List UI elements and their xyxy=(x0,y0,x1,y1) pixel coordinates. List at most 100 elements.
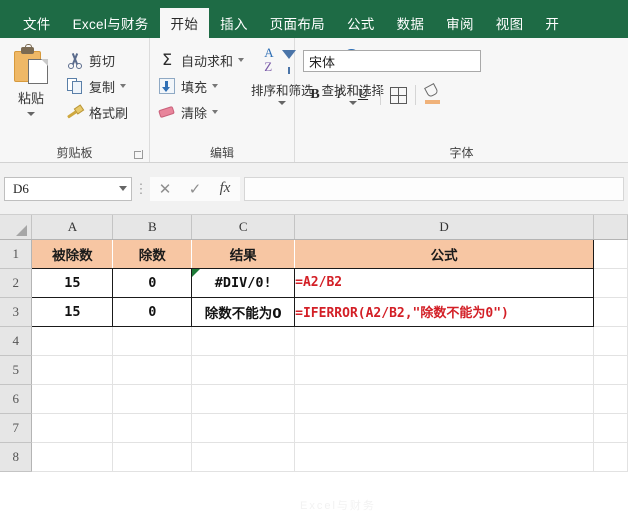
cell-d2[interactable]: =A2/B2 xyxy=(295,268,594,297)
autosum-chevron-down-icon[interactable] xyxy=(238,58,244,62)
tab-page-layout[interactable]: 页面布局 xyxy=(259,8,336,38)
insert-function-button[interactable]: fx xyxy=(210,177,240,201)
row-header-8[interactable]: 8 xyxy=(0,442,32,471)
tab-home[interactable]: 开始 xyxy=(160,8,210,38)
underline-button[interactable]: U xyxy=(351,83,375,107)
row-header-7[interactable]: 7 xyxy=(0,413,32,442)
column-header-c[interactable]: C xyxy=(192,215,295,239)
clear-chevron-down-icon[interactable] xyxy=(212,110,218,114)
select-all-corner[interactable] xyxy=(0,215,32,239)
row-header-4[interactable]: 4 xyxy=(0,326,32,355)
cell-c1[interactable]: 结果 xyxy=(192,239,295,268)
column-header-e[interactable] xyxy=(594,215,628,239)
bold-button[interactable]: B xyxy=(303,83,327,107)
cell-c8[interactable] xyxy=(192,442,295,471)
row-header-1[interactable]: 1 xyxy=(0,239,32,268)
formula-input[interactable] xyxy=(244,177,624,201)
table-row: 2 15 0 #DIV/0! =A2/B2 xyxy=(0,268,628,297)
cell-a1[interactable]: 被除数 xyxy=(32,239,113,268)
clear-button[interactable]: 清除 xyxy=(154,99,247,125)
cell-d7[interactable] xyxy=(295,413,594,442)
fill-chevron-down-icon[interactable] xyxy=(212,84,218,88)
cell-d1[interactable]: 公式 xyxy=(295,239,594,268)
cell-c3[interactable]: 除数不能为0 xyxy=(192,297,295,326)
worksheet-grid[interactable]: A B C D 1 被除数 除数 结果 公式 2 15 0 #DIV xyxy=(0,215,628,527)
name-box-chevron-down-icon[interactable] xyxy=(119,186,127,191)
cell-c6[interactable] xyxy=(192,384,295,413)
tab-formulas[interactable]: 公式 xyxy=(336,8,386,38)
sort-filter-chevron-down-icon[interactable] xyxy=(278,101,286,105)
cell-a4[interactable] xyxy=(32,326,113,355)
cell-b2[interactable]: 0 xyxy=(113,268,192,297)
cell-b3[interactable]: 0 xyxy=(113,297,192,326)
cell-c2[interactable]: #DIV/0! xyxy=(192,268,295,297)
cell-d8[interactable] xyxy=(295,442,594,471)
tab-review[interactable]: 审阅 xyxy=(435,8,485,38)
cell-e7[interactable] xyxy=(594,413,628,442)
name-box[interactable]: D6 xyxy=(4,177,132,201)
table-row: 8 xyxy=(0,442,628,471)
cell-e5[interactable] xyxy=(594,355,628,384)
tab-view[interactable]: 视图 xyxy=(485,8,535,38)
cell-b6[interactable] xyxy=(113,384,192,413)
paste-chevron-down-icon[interactable] xyxy=(27,112,35,116)
cell-b1[interactable]: 除数 xyxy=(113,239,192,268)
tab-insert[interactable]: 插入 xyxy=(209,8,259,38)
row-header-3[interactable]: 3 xyxy=(0,297,32,326)
copy-button[interactable]: 复制 xyxy=(62,73,131,99)
cell-d6[interactable] xyxy=(295,384,594,413)
cell-a6[interactable] xyxy=(32,384,113,413)
cell-d5[interactable] xyxy=(295,355,594,384)
cancel-formula-button[interactable]: ✕ xyxy=(150,177,180,201)
fill-button[interactable]: 填充 xyxy=(154,73,247,99)
cell-a5[interactable] xyxy=(32,355,113,384)
row-header-6[interactable]: 6 xyxy=(0,384,32,413)
cell-a7[interactable] xyxy=(32,413,113,442)
tab-developer[interactable]: 开 xyxy=(534,8,570,38)
fill-down-icon xyxy=(157,77,177,95)
cell-a8[interactable] xyxy=(32,442,113,471)
cell-b5[interactable] xyxy=(113,355,192,384)
cell-e2[interactable] xyxy=(594,268,628,297)
cell-c4[interactable] xyxy=(192,326,295,355)
font-name-input[interactable]: 宋体 xyxy=(303,50,481,72)
row-header-2[interactable]: 2 xyxy=(0,268,32,297)
enter-formula-button[interactable]: ✓ xyxy=(180,177,210,201)
borders-button[interactable] xyxy=(386,83,410,107)
paintbrush-icon xyxy=(65,103,85,121)
column-header-a[interactable]: A xyxy=(32,215,113,239)
cell-b4[interactable] xyxy=(113,326,192,355)
cell-e4[interactable] xyxy=(594,326,628,355)
scissors-icon xyxy=(65,51,85,69)
cell-e8[interactable] xyxy=(594,442,628,471)
fill-color-button[interactable] xyxy=(421,83,445,107)
cut-button[interactable]: 剪切 xyxy=(62,47,131,73)
name-box-value: D6 xyxy=(13,181,119,197)
ribbon-group-editing: Σ 自动求和 填充 清除 xyxy=(150,38,295,162)
tab-file[interactable]: 文件 xyxy=(12,8,62,38)
format-painter-button[interactable]: 格式刷 xyxy=(62,99,131,125)
cell-c5[interactable] xyxy=(192,355,295,384)
formula-bar-grip[interactable]: ⋮ xyxy=(132,181,150,197)
cell-b7[interactable] xyxy=(113,413,192,442)
cell-a3[interactable]: 15 xyxy=(32,297,113,326)
row-header-5[interactable]: 5 xyxy=(0,355,32,384)
cell-a2[interactable]: 15 xyxy=(32,268,113,297)
paste-button[interactable]: 粘贴 xyxy=(0,44,62,116)
italic-button[interactable]: I xyxy=(327,83,351,107)
column-header-b[interactable]: B xyxy=(113,215,192,239)
cell-d3[interactable]: =IFERROR(A2/B2,"除数不能为0") xyxy=(295,297,594,326)
cell-d4[interactable] xyxy=(295,326,594,355)
clipboard-dialog-launcher-icon[interactable] xyxy=(134,150,143,159)
format-painter-label: 格式刷 xyxy=(89,103,128,122)
cell-b8[interactable] xyxy=(113,442,192,471)
autosum-button[interactable]: Σ 自动求和 xyxy=(154,47,247,73)
cell-c7[interactable] xyxy=(192,413,295,442)
column-header-d[interactable]: D xyxy=(295,215,594,239)
cell-e6[interactable] xyxy=(594,384,628,413)
cell-e3[interactable] xyxy=(594,297,628,326)
tab-data[interactable]: 数据 xyxy=(386,8,436,38)
tab-excel-finance[interactable]: Excel与财务 xyxy=(62,8,160,38)
copy-chevron-down-icon[interactable] xyxy=(120,84,126,88)
cell-e1[interactable] xyxy=(594,239,628,268)
